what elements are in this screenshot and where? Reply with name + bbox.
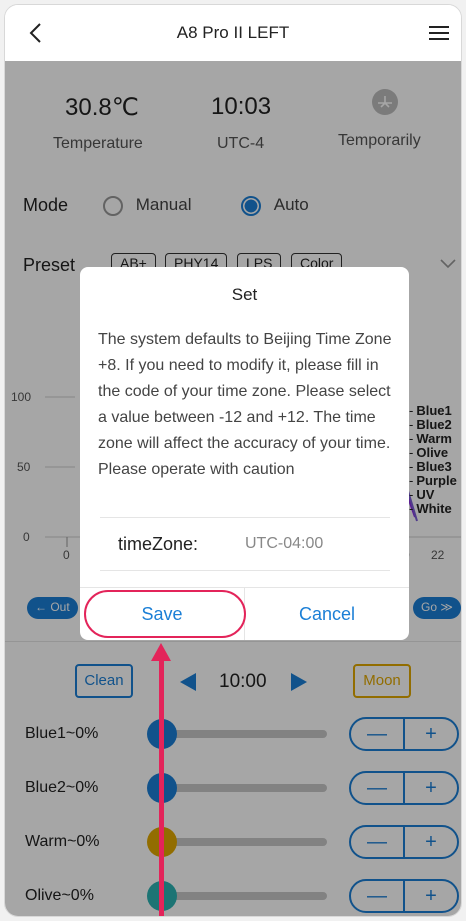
- dialog-title: Set: [231, 285, 258, 304]
- save-highlight-outline: [84, 590, 246, 638]
- cancel-button[interactable]: Cancel: [244, 588, 409, 640]
- page-title: A8 Pro II LEFT: [176, 23, 290, 42]
- app-frame: A8 Pro II LEFT 30.8℃ Temperature 10:03 U…: [4, 4, 462, 917]
- back-chevron-icon[interactable]: [23, 19, 51, 47]
- timezone-dialog: Set The system defaults to Beijing Time …: [80, 267, 409, 640]
- timezone-row: timeZone:: [100, 517, 390, 571]
- timezone-input[interactable]: [245, 530, 375, 558]
- menu-icon[interactable]: [427, 21, 451, 45]
- dialog-message: The system defaults to Beijing Time Zone…: [98, 331, 392, 478]
- timezone-field-label: timeZone:: [118, 534, 199, 554]
- top-bar: A8 Pro II LEFT: [5, 5, 461, 61]
- pointer-arrow-shaft: [159, 657, 164, 916]
